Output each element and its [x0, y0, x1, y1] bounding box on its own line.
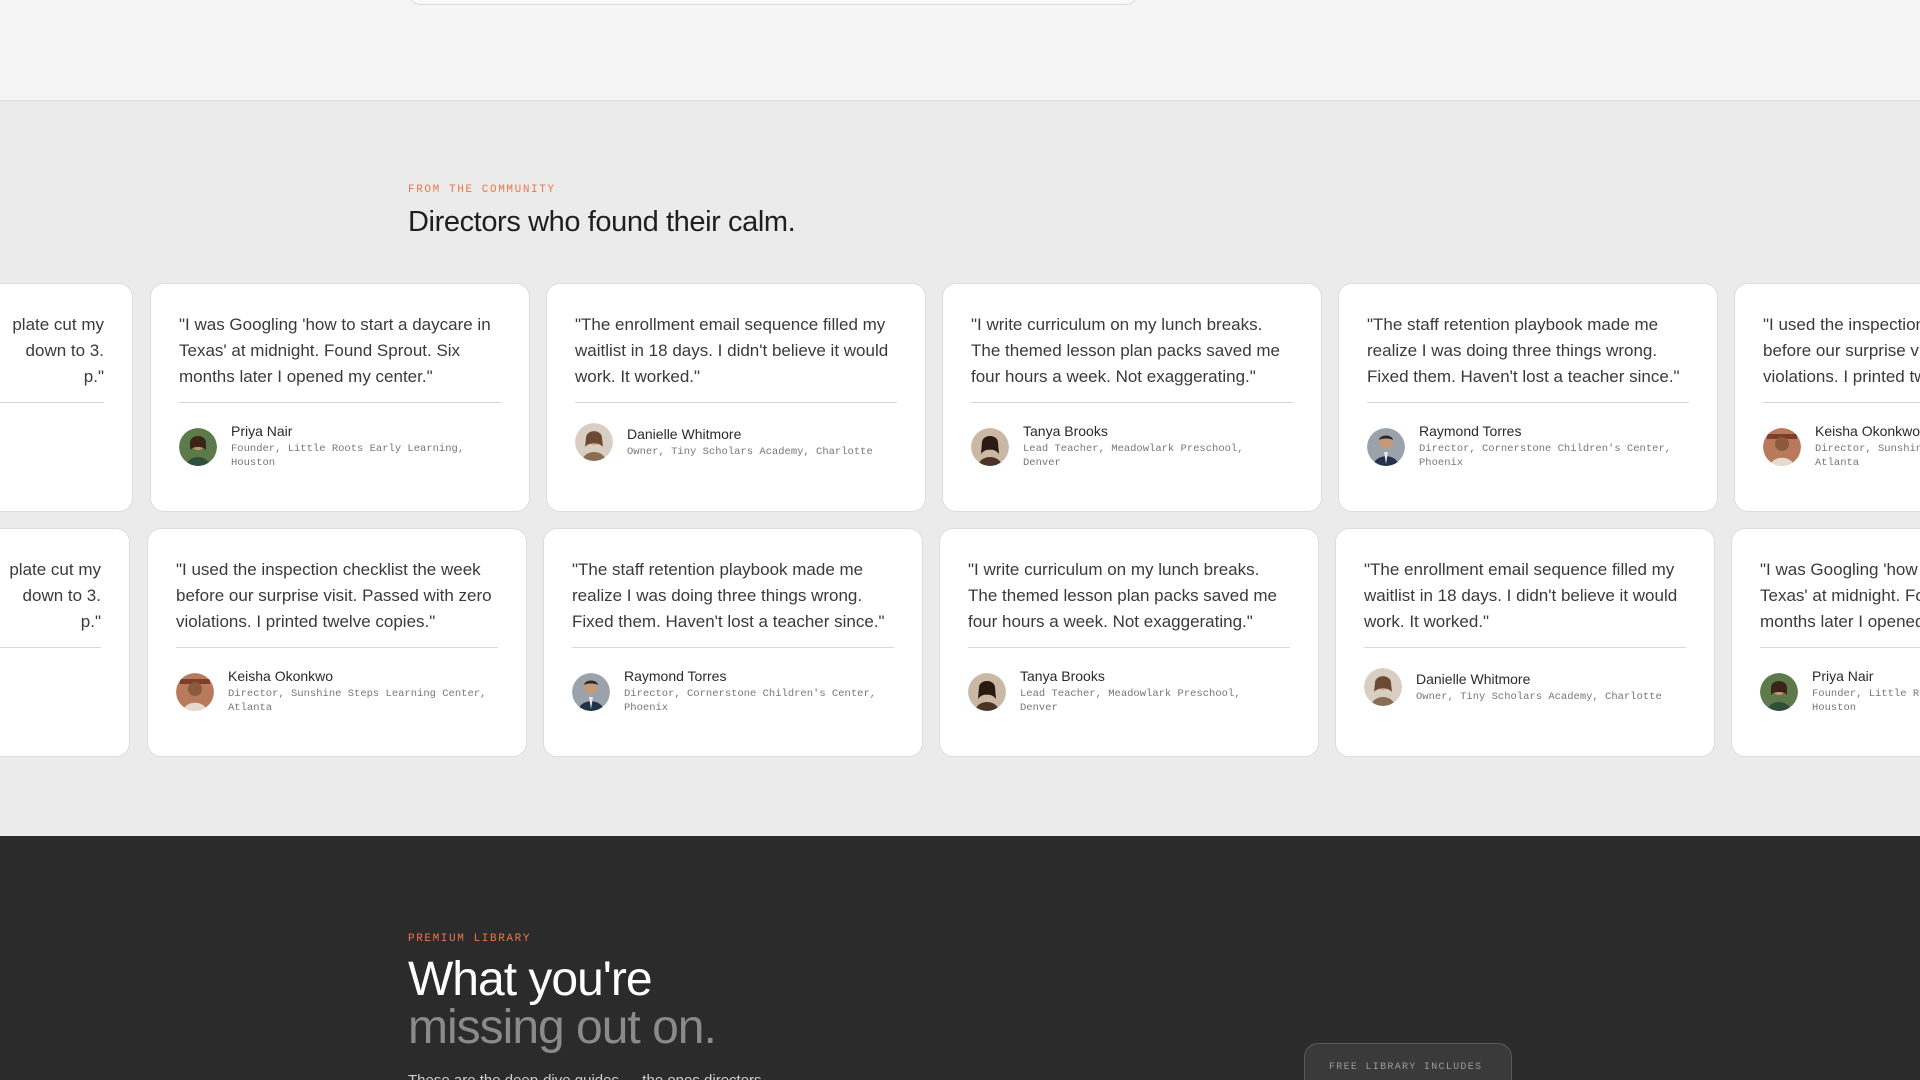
card-divider — [1760, 647, 1920, 648]
author-role: Director, Sunshine Steps Learning Center… — [1815, 443, 1920, 469]
author-role: Founder, Little Roots Early Learning, Ho… — [231, 443, 465, 469]
card-divider — [971, 402, 1293, 403]
author-name: Tanya Brooks — [1020, 668, 1105, 684]
author-role: Owner, Tiny Scholars Academy, Charlotte — [627, 445, 873, 458]
testimonial-card: plate cut my down to 3. p." ings Prescho… — [0, 283, 133, 512]
testimonial-author: ings Preschool, — [0, 668, 101, 684]
testimonial-quote: "I was Googling 'how to start a daycare … — [1760, 560, 1920, 631]
author-role: Director, Sunshine Steps Learning Center… — [228, 688, 487, 714]
author-role: Founder, Little Roots Early Learning, Ho… — [1812, 688, 1920, 714]
testimonial-author: Danielle Whitmore Owner, Tiny Scholars A… — [575, 423, 897, 461]
premium-title: What you're missing out on. — [408, 953, 717, 1054]
testimonial-quote: plate cut my down to 3. p." — [12, 315, 104, 386]
testimonial-author: Tanya Brooks Lead Teacher, Meadowlark Pr… — [968, 668, 1290, 715]
author-name: Raymond Torres — [624, 668, 727, 684]
author-name: Priya Nair — [231, 423, 293, 439]
author-role: Owner, Tiny Scholars Academy, Charlotte — [1416, 690, 1662, 703]
testimonial-card: plate cut my down to 3. p." ings Prescho… — [0, 528, 130, 757]
author-role: Director, Cornerstone Children's Center,… — [624, 688, 877, 714]
author-name: Keisha Okonkwo — [1815, 423, 1920, 439]
card-divider — [968, 647, 1290, 648]
card-divider — [1364, 647, 1686, 648]
premium-title-line-2: missing out on. — [408, 1001, 717, 1054]
avatar — [572, 672, 610, 711]
author-name: Keisha Okonkwo — [228, 668, 334, 684]
card-divider — [179, 402, 501, 403]
testimonial-author: Priya Nair Founder, Little Roots Early L… — [179, 423, 501, 470]
premium-title-line-1: What you're — [408, 953, 653, 1006]
card-divider — [575, 402, 897, 403]
avatar — [575, 423, 613, 461]
avatar — [968, 672, 1006, 711]
community-eyebrow: FROM THE COMMUNITY — [408, 184, 556, 196]
testimonial-author: Priya Nair Founder, Little Roots Early L… — [1760, 668, 1920, 715]
author-name: Danielle Whitmore — [627, 425, 742, 442]
card-divider — [0, 647, 101, 648]
testimonial-author: Raymond Torres Director, Cornerstone Chi… — [1367, 423, 1689, 470]
author-name: Danielle Whitmore — [1416, 670, 1531, 687]
testimonial-quote: "I was Googling 'how to start a daycare … — [179, 315, 491, 386]
testimonial-quote: "The staff retention playbook made me re… — [572, 560, 885, 631]
section-title: Directors who found their calm. — [408, 206, 796, 238]
testimonial-author: Danielle Whitmore Owner, Tiny Scholars A… — [1364, 668, 1686, 706]
avatar — [1763, 427, 1801, 466]
top-input-edge[interactable] — [408, 0, 1138, 5]
premium-subtitle: These are the deep-dive guides — the one… — [408, 1072, 762, 1080]
testimonial-card: "I used the inspection checklist the wee… — [1734, 283, 1920, 512]
testimonial-author: ings Preschool, — [0, 423, 104, 439]
avatar — [1760, 672, 1798, 711]
testimonial-author: Tanya Brooks Lead Teacher, Meadowlark Pr… — [971, 423, 1293, 470]
testimonial-card: "The enrollment email sequence filled my… — [546, 283, 926, 512]
avatar — [971, 427, 1009, 466]
testimonial-author: Keisha Okonkwo Director, Sunshine Steps … — [1763, 423, 1920, 470]
author-role: Lead Teacher, Meadowlark Preschool, Denv… — [1020, 688, 1241, 714]
testimonial-author: Raymond Torres Director, Cornerstone Chi… — [572, 668, 894, 715]
top-section — [0, 0, 1920, 101]
avatar — [179, 427, 217, 466]
card-divider — [1367, 402, 1689, 403]
testimonial-quote: "I used the inspection checklist the wee… — [1763, 315, 1920, 386]
testimonial-card: "The staff retention playbook made me re… — [543, 528, 923, 757]
card-divider — [0, 402, 104, 403]
card-divider — [176, 647, 498, 648]
author-name: Tanya Brooks — [1023, 423, 1108, 439]
testimonial-card: "I write curriculum on my lunch breaks. … — [939, 528, 1319, 757]
author-role: Lead Teacher, Meadowlark Preschool, Denv… — [1023, 443, 1244, 469]
testimonial-quote: "I write curriculum on my lunch breaks. … — [971, 315, 1281, 386]
free-library-card: FREE LIBRARY INCLUDES — [1304, 1043, 1512, 1080]
premium-library-section: PREMIUM LIBRARY What you're missing out … — [0, 836, 1920, 1080]
testimonial-card: "I used the inspection checklist the wee… — [147, 528, 527, 757]
testimonial-quote: plate cut my down to 3. p." — [9, 560, 101, 631]
author-name: Priya Nair — [1812, 668, 1874, 684]
testimonials-section: FROM THE COMMUNITY Directors who found t… — [0, 101, 1920, 836]
testimonial-quote: "I used the inspection checklist the wee… — [176, 560, 492, 631]
testimonial-card: "I was Googling 'how to start a daycare … — [1731, 528, 1920, 757]
author-role: Director, Cornerstone Children's Center,… — [1419, 443, 1672, 469]
free-library-label: FREE LIBRARY INCLUDES — [1329, 1062, 1483, 1073]
testimonial-quote: "The enrollment email sequence filled my… — [575, 315, 889, 386]
testimonial-card: "The staff retention playbook made me re… — [1338, 283, 1718, 512]
testimonial-author: Keisha Okonkwo Director, Sunshine Steps … — [176, 668, 498, 715]
avatar — [1367, 427, 1405, 466]
testimonial-card: "I was Googling 'how to start a daycare … — [150, 283, 530, 512]
testimonial-quote: "I write curriculum on my lunch breaks. … — [968, 560, 1278, 631]
testimonial-quote: "The enrollment email sequence filled my… — [1364, 560, 1678, 631]
author-name: Raymond Torres — [1419, 423, 1522, 439]
avatar — [1364, 668, 1402, 706]
avatar — [176, 672, 214, 711]
testimonial-card: "I write curriculum on my lunch breaks. … — [942, 283, 1322, 512]
premium-eyebrow: PREMIUM LIBRARY — [408, 933, 532, 945]
testimonial-quote: "The staff retention playbook made me re… — [1367, 315, 1680, 386]
card-divider — [1763, 402, 1920, 403]
card-divider — [572, 647, 894, 648]
testimonial-card: "The enrollment email sequence filled my… — [1335, 528, 1715, 757]
